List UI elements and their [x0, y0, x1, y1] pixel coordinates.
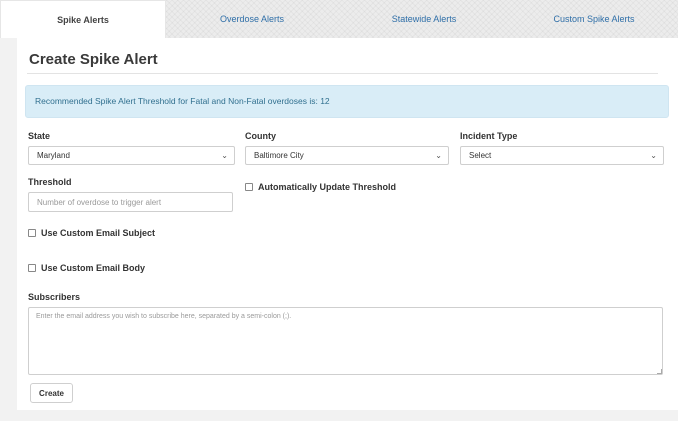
resize-handle-icon[interactable] — [657, 369, 662, 374]
chevron-down-icon: ⌄ — [650, 151, 657, 160]
state-select-value: Maryland — [37, 151, 70, 160]
recommended-threshold-alert: Recommended Spike Alert Threshold for Fa… — [25, 85, 669, 118]
incident-type-select-value: Select — [469, 151, 492, 160]
county-label: County — [245, 131, 276, 141]
page-title: Create Spike Alert — [29, 51, 158, 68]
title-divider — [27, 73, 658, 74]
state-select[interactable]: Maryland ⌄ — [28, 146, 235, 165]
auto-update-threshold-label: Automatically Update Threshold — [258, 182, 397, 192]
checkbox-box[interactable] — [28, 264, 36, 272]
tab-custom-spike-alerts[interactable]: Custom Spike Alerts — [510, 0, 678, 38]
tab-overdose-alerts[interactable]: Overdose Alerts — [166, 0, 338, 38]
subscribers-textarea[interactable] — [28, 307, 663, 375]
checkbox-box[interactable] — [245, 183, 253, 191]
subscribers-label: Subscribers — [28, 292, 81, 302]
incident-type-select[interactable]: Select ⌄ — [460, 146, 664, 165]
tab-statewide-alerts[interactable]: Statewide Alerts — [338, 0, 510, 38]
create-spike-alert-panel: Create Spike Alert Recommended Spike Ale… — [17, 38, 678, 410]
chevron-down-icon: ⌄ — [221, 151, 228, 160]
county-select-value: Baltimore City — [254, 151, 304, 160]
threshold-input[interactable] — [28, 192, 233, 212]
threshold-label: Threshold — [28, 177, 72, 187]
incident-type-label: Incident Type — [460, 131, 518, 141]
tab-spike-alerts[interactable]: Spike Alerts — [0, 0, 166, 38]
checkbox-box[interactable] — [28, 229, 36, 237]
state-label: State — [28, 131, 51, 141]
custom-email-body-checkbox[interactable]: Use Custom Email Body — [28, 263, 145, 273]
chevron-down-icon: ⌄ — [435, 151, 442, 160]
county-select[interactable]: Baltimore City ⌄ — [245, 146, 449, 165]
tab-bar: Spike Alerts Overdose Alerts Statewide A… — [0, 0, 678, 38]
custom-email-subject-checkbox[interactable]: Use Custom Email Subject — [28, 228, 155, 238]
auto-update-threshold-checkbox[interactable]: Automatically Update Threshold — [245, 182, 396, 192]
create-button[interactable]: Create — [30, 383, 73, 403]
custom-email-body-label: Use Custom Email Body — [41, 263, 146, 273]
custom-email-subject-label: Use Custom Email Subject — [41, 228, 156, 238]
